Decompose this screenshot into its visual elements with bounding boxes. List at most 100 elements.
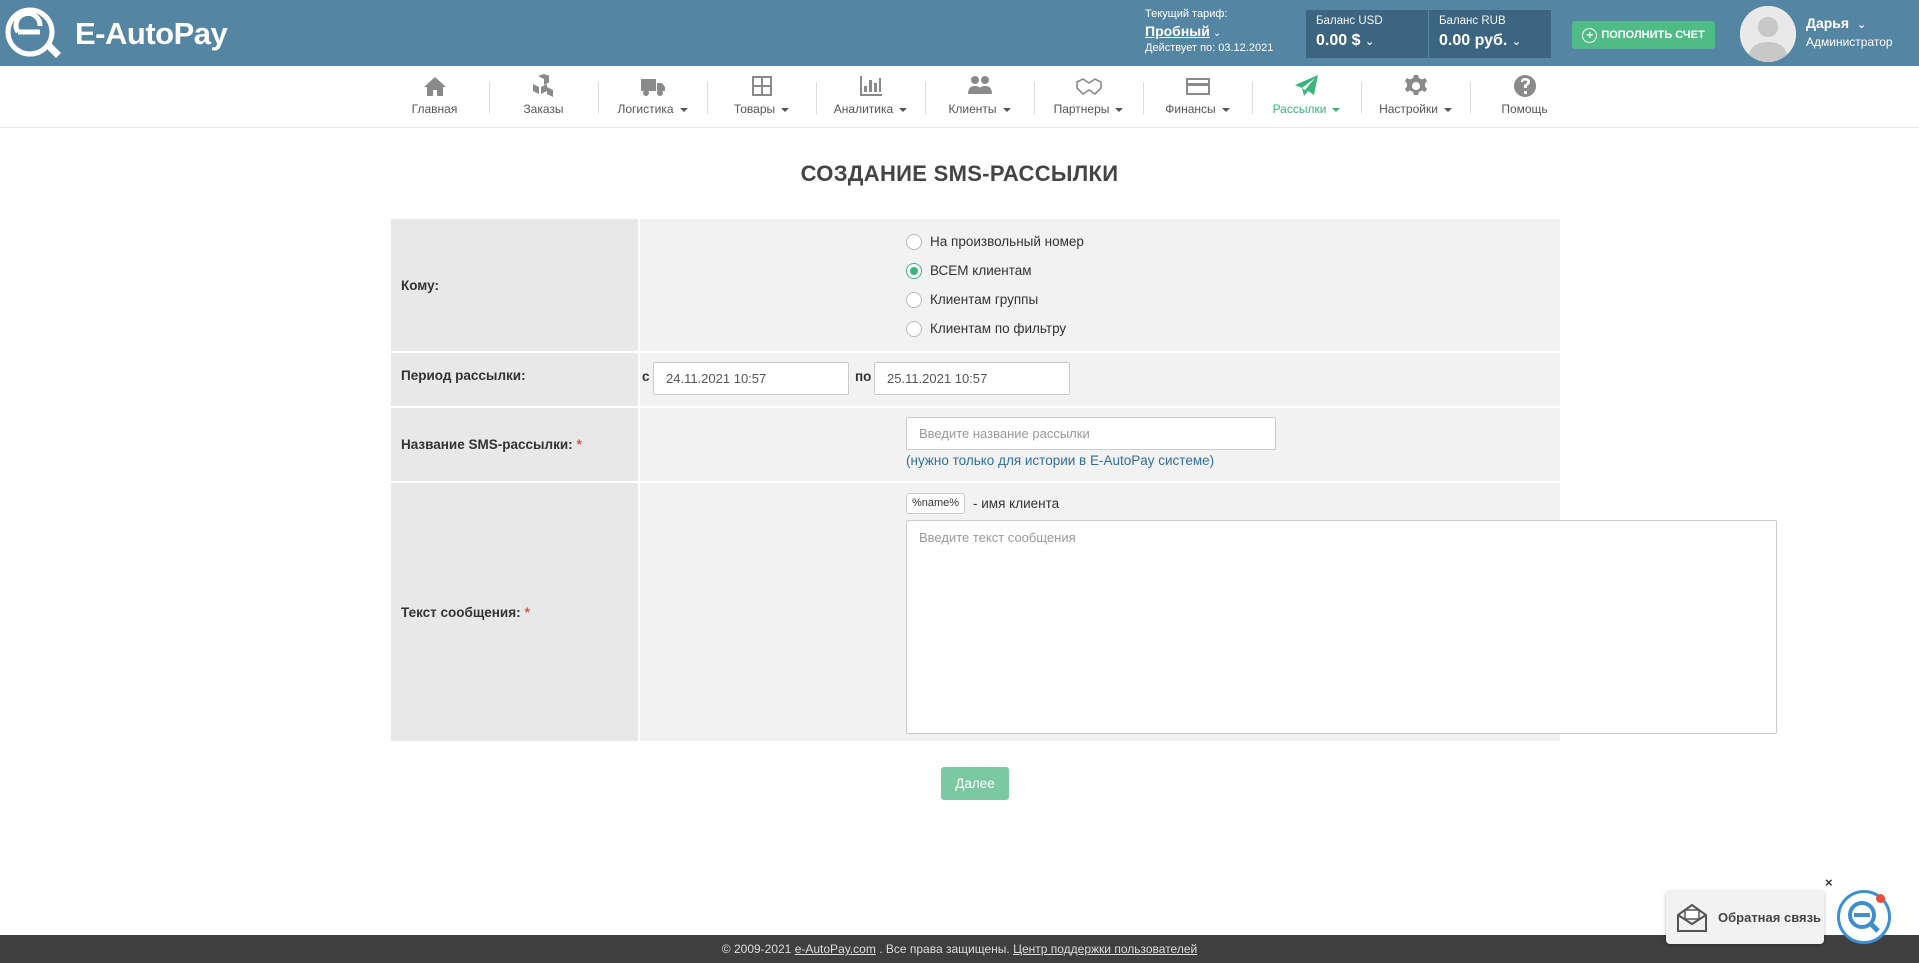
nav-item-7[interactable]: Финансы: [1143, 66, 1252, 126]
balance-usd-label: Баланс USD: [1316, 15, 1383, 27]
feedback-label: Обратная связь: [1718, 910, 1822, 925]
nav-item-label: Клиенты: [948, 102, 1011, 116]
topup-button[interactable]: + ПОПОЛНИТЬ СЧЕТ: [1572, 21, 1715, 49]
avatar[interactable]: [1740, 6, 1796, 62]
nav-item-10[interactable]: Помощь: [1470, 66, 1579, 126]
chevron-down-icon[interactable]: ⌄: [1512, 36, 1521, 48]
tariff-valid-date: Действует по: 03.12.2021: [1145, 42, 1274, 54]
caret-down-icon: [1115, 107, 1124, 112]
nav-item-label: Помощь: [1501, 102, 1548, 116]
close-icon[interactable]: ×: [1825, 875, 1833, 890]
paper-plane-icon: [1294, 75, 1318, 96]
campaign-name-hint: (нужно только для истории в E-AutoPay си…: [906, 453, 1215, 468]
nav-item-9[interactable]: Настройки: [1361, 66, 1470, 126]
balance-rub[interactable]: Баланс RUB 0.00 руб. ⌄: [1429, 10, 1551, 58]
balance-rub-value: 0.00 руб.: [1439, 32, 1508, 49]
footer-support-link[interactable]: Центр поддержки пользователей: [1013, 942, 1197, 956]
user-name[interactable]: Дарья: [1806, 15, 1849, 31]
period-to-prefix: по: [855, 369, 872, 384]
nav-item-6[interactable]: Партнеры: [1034, 66, 1143, 126]
shelves-icon: [751, 76, 772, 96]
name-label: Название SMS-рассылки: *: [391, 408, 640, 481]
tariff-selector[interactable]: Пробный ⌄: [1145, 22, 1273, 41]
next-button[interactable]: Далее: [941, 767, 1009, 800]
nav-item-label: Рассылки: [1273, 102, 1341, 116]
period-row: Период рассылки: с 24.11.2021 10:57 по 2…: [391, 353, 1560, 408]
recipients-options: На произвольный номер ВСЕМ клиентам Клиент…: [640, 219, 1560, 351]
recipient-option-label: Клиентам группы: [930, 292, 1039, 307]
chevron-down-icon[interactable]: ⌄: [1857, 19, 1866, 31]
caret-down-icon: [1332, 107, 1341, 112]
recipient-option-label: На произвольный номер: [930, 234, 1084, 249]
bar-chart-icon: [859, 76, 882, 96]
main-nav: Главная Заказы Логистика Товары Аналитика Кли…: [0, 66, 1919, 128]
recipient-option-label: ВСЕМ клиентам: [930, 263, 1032, 278]
radio-button[interactable]: [906, 320, 922, 337]
balance-usd-value: 0.00 $: [1316, 32, 1361, 49]
gear-icon: [1404, 75, 1427, 95]
recipient-option[interactable]: Клиентам по фильтру: [640, 314, 1560, 343]
user-role: Администратор: [1806, 35, 1893, 49]
user-menu[interactable]: Дарья ⌄ Администратор: [1806, 14, 1893, 50]
nav-item-label: Финансы: [1165, 102, 1230, 116]
campaign-name-placeholder: Введите название рассылки: [919, 426, 1090, 441]
footer-site-link[interactable]: e-AutoPay.com: [795, 942, 876, 956]
recipient-option[interactable]: ВСЕМ клиентам: [640, 256, 1560, 285]
page-title: СОЗДАНИЕ SMS-РАССЫЛКИ: [800, 161, 1119, 186]
footer: © 2009-2021 e-AutoPay.com . Все права за…: [0, 935, 1919, 963]
nav-item-2[interactable]: Логистика: [598, 66, 707, 126]
tariff-label: Текущий тариф:: [1145, 8, 1228, 20]
credit-card-icon: [1185, 78, 1210, 95]
user-silhouette-icon: [1740, 6, 1796, 62]
logo-text: E-AutoPay: [75, 16, 228, 51]
name-label-text: Название SMS-рассылки:: [401, 437, 573, 452]
radio-button[interactable]: [906, 291, 922, 308]
feedback-widget[interactable]: Обратная связь: [1666, 891, 1824, 944]
notification-dot: [1876, 894, 1885, 903]
topup-label: ПОПОЛНИТЬ СЧЕТ: [1601, 29, 1705, 41]
caret-down-icon: [781, 107, 790, 112]
name-placeholder-tag[interactable]: %name%: [906, 493, 966, 514]
footer-rights: . Все права защищены.: [879, 942, 1010, 956]
balance-usd[interactable]: Баланс USD 0.00 $ ⌄: [1306, 10, 1428, 58]
chevron-down-icon[interactable]: ⌄: [1213, 28, 1221, 39]
period-from-input[interactable]: 24.11.2021 10:57: [653, 362, 849, 395]
period-label: Период рассылки:: [391, 353, 640, 406]
handshake-icon: [1075, 78, 1102, 96]
required-mark: *: [524, 604, 530, 620]
message-label: Текст сообщения: *: [391, 483, 640, 741]
recipient-option[interactable]: Клиентам группы: [640, 285, 1560, 314]
message-textarea[interactable]: Введите текст сообщения: [906, 520, 1777, 734]
chevron-down-icon[interactable]: ⌄: [1365, 36, 1374, 48]
envelope-icon: [1677, 903, 1707, 932]
recipient-option[interactable]: На произвольный номер: [640, 227, 1560, 256]
required-mark: *: [576, 437, 582, 452]
period-to-input[interactable]: 25.11.2021 10:57: [874, 362, 1070, 395]
nav-item-label: Заказы: [523, 102, 564, 116]
tariff-name[interactable]: Пробный: [1145, 23, 1210, 39]
eautopay-logo-icon: [1848, 901, 1880, 933]
nav-item-label: Главная: [411, 102, 458, 116]
caret-down-icon: [1002, 107, 1011, 112]
radio-button[interactable]: [906, 233, 922, 250]
nav-item-1[interactable]: Заказы: [489, 66, 598, 126]
boxes-icon: [532, 74, 553, 97]
tariff-info: Текущий тариф: Пробный ⌄ Действует по: 03…: [1145, 7, 1273, 56]
nav-item-0[interactable]: Главная: [380, 66, 489, 126]
users-icon: [967, 76, 992, 94]
period-from-prefix: с: [642, 369, 650, 384]
logo-icon: [5, 7, 61, 58]
radio-button[interactable]: [906, 262, 922, 279]
nav-item-3[interactable]: Товары: [707, 66, 816, 126]
plus-circle-icon: +: [1582, 27, 1598, 43]
nav-item-4[interactable]: Аналитика: [816, 66, 925, 126]
truck-icon: [640, 79, 665, 96]
name-tag-description: - имя клиента: [973, 496, 1060, 511]
nav-item-5[interactable]: Клиенты: [925, 66, 1034, 126]
logo[interactable]: E-AutoPay: [4, 6, 228, 62]
caret-down-icon: [899, 107, 908, 112]
campaign-name-input[interactable]: Введите название рассылки: [906, 417, 1276, 450]
nav-item-8[interactable]: Рассылки: [1252, 66, 1361, 126]
question-icon: [1513, 75, 1536, 97]
nav-item-label: Логистика: [617, 102, 688, 116]
